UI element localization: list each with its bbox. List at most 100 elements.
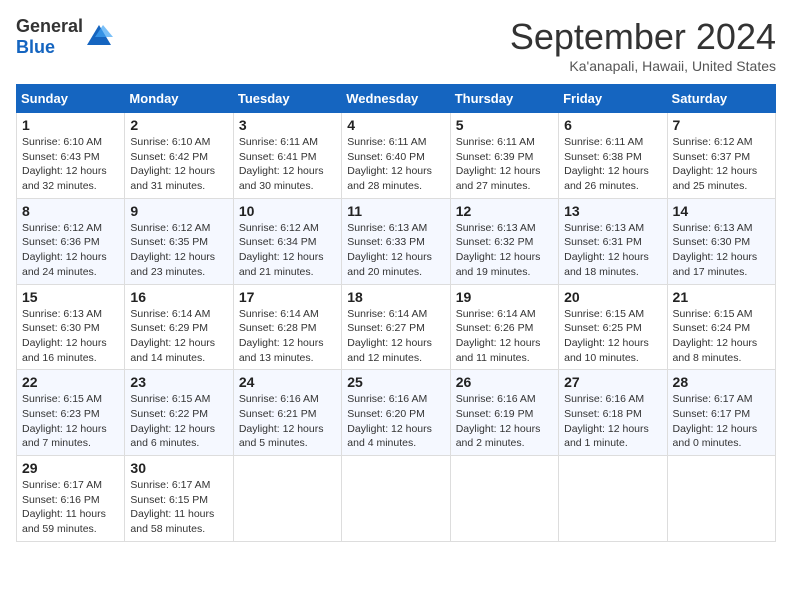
calendar-cell: 23Sunrise: 6:15 AM Sunset: 6:22 PM Dayli…: [125, 370, 233, 456]
day-info: Sunrise: 6:15 AM Sunset: 6:25 PM Dayligh…: [564, 307, 661, 366]
day-info: Sunrise: 6:12 AM Sunset: 6:36 PM Dayligh…: [22, 221, 119, 280]
day-number: 7: [673, 117, 770, 133]
calendar-cell: 22 Sunrise: 6:15 AM Sunset: 6:23 PM Dayli…: [17, 370, 125, 456]
logo-icon: [85, 23, 113, 51]
day-info: Sunrise: 6:13 AM Sunset: 6:30 PM Dayligh…: [673, 221, 770, 280]
calendar-week-row: 22 Sunrise: 6:15 AM Sunset: 6:23 PM Dayli…: [17, 370, 776, 456]
day-number: 9: [130, 203, 227, 219]
calendar-cell: 8Sunrise: 6:12 AM Sunset: 6:36 PM Daylig…: [17, 198, 125, 284]
day-number: 18: [347, 289, 444, 305]
day-number: 15: [22, 289, 119, 305]
day-number: 25: [347, 374, 444, 390]
calendar-cell: 20 Sunrise: 6:15 AM Sunset: 6:25 PM Dayli…: [559, 284, 667, 370]
calendar-cell: 26 Sunrise: 6:16 AM Sunset: 6:19 PM Dayli…: [450, 370, 558, 456]
day-number: 21: [673, 289, 770, 305]
day-info: Sunrise: 6:17 AM Sunset: 6:17 PM Dayligh…: [673, 392, 770, 451]
weekday-header-friday: Friday: [559, 85, 667, 113]
day-info: Sunrise: 6:13 AM Sunset: 6:30 PM Dayligh…: [22, 307, 119, 366]
day-info: Sunrise: 6:13 AM Sunset: 6:33 PM Dayligh…: [347, 221, 444, 280]
weekday-header-monday: Monday: [125, 85, 233, 113]
day-number: 11: [347, 203, 444, 219]
day-info: Sunrise: 6:11 AM Sunset: 6:40 PM Dayligh…: [347, 135, 444, 194]
calendar-cell: 15 Sunrise: 6:13 AM Sunset: 6:30 PM Dayli…: [17, 284, 125, 370]
day-number: 27: [564, 374, 661, 390]
weekday-header-tuesday: Tuesday: [233, 85, 341, 113]
day-info: Sunrise: 6:11 AM Sunset: 6:38 PM Dayligh…: [564, 135, 661, 194]
logo-general: General: [16, 16, 83, 36]
calendar-cell: 27 Sunrise: 6:16 AM Sunset: 6:18 PM Dayli…: [559, 370, 667, 456]
calendar-cell: 9 Sunrise: 6:12 AM Sunset: 6:35 PM Daylig…: [125, 198, 233, 284]
weekday-header-thursday: Thursday: [450, 85, 558, 113]
day-number: 1: [22, 117, 119, 133]
calendar-cell: 19Sunrise: 6:14 AM Sunset: 6:26 PM Dayli…: [450, 284, 558, 370]
day-info: Sunrise: 6:11 AM Sunset: 6:41 PM Dayligh…: [239, 135, 336, 194]
day-number: 16: [130, 289, 227, 305]
calendar-cell: 18 Sunrise: 6:14 AM Sunset: 6:27 PM Dayli…: [342, 284, 450, 370]
calendar-cell: 1 Sunrise: 6:10 AM Sunset: 6:43 PM Daylig…: [17, 113, 125, 199]
day-info: Sunrise: 6:16 AM Sunset: 6:21 PM Dayligh…: [239, 392, 336, 451]
calendar-cell: 16 Sunrise: 6:14 AM Sunset: 6:29 PM Dayli…: [125, 284, 233, 370]
calendar-cell: 10Sunrise: 6:12 AM Sunset: 6:34 PM Dayli…: [233, 198, 341, 284]
calendar-cell: 13Sunrise: 6:13 AM Sunset: 6:31 PM Dayli…: [559, 198, 667, 284]
day-info: Sunrise: 6:14 AM Sunset: 6:29 PM Dayligh…: [130, 307, 227, 366]
day-info: Sunrise: 6:16 AM Sunset: 6:18 PM Dayligh…: [564, 392, 661, 451]
day-info: Sunrise: 6:17 AM Sunset: 6:16 PM Dayligh…: [22, 478, 119, 537]
day-number: 26: [456, 374, 553, 390]
day-info: Sunrise: 6:16 AM Sunset: 6:19 PM Dayligh…: [456, 392, 553, 451]
day-info: Sunrise: 6:12 AM Sunset: 6:37 PM Dayligh…: [673, 135, 770, 194]
weekday-header-sunday: Sunday: [17, 85, 125, 113]
page-header: General Blue September 2024 Ka'anapali, …: [16, 16, 776, 74]
day-info: Sunrise: 6:15 AM Sunset: 6:23 PM Dayligh…: [22, 392, 119, 451]
calendar-cell: [233, 456, 341, 542]
day-number: 3: [239, 117, 336, 133]
day-info: Sunrise: 6:16 AM Sunset: 6:20 PM Dayligh…: [347, 392, 444, 451]
logo: General Blue: [16, 16, 113, 58]
weekday-header-row: SundayMondayTuesdayWednesdayThursdayFrid…: [17, 85, 776, 113]
calendar-cell: [559, 456, 667, 542]
calendar-cell: [450, 456, 558, 542]
day-number: 20: [564, 289, 661, 305]
title-block: September 2024 Ka'anapali, Hawaii, Unite…: [510, 16, 776, 74]
calendar-cell: 3 Sunrise: 6:11 AM Sunset: 6:41 PM Daylig…: [233, 113, 341, 199]
day-info: Sunrise: 6:10 AM Sunset: 6:43 PM Dayligh…: [22, 135, 119, 194]
day-info: Sunrise: 6:14 AM Sunset: 6:26 PM Dayligh…: [456, 307, 553, 366]
calendar-cell: 17Sunrise: 6:14 AM Sunset: 6:28 PM Dayli…: [233, 284, 341, 370]
day-info: Sunrise: 6:17 AM Sunset: 6:15 PM Dayligh…: [130, 478, 227, 537]
weekday-header-saturday: Saturday: [667, 85, 775, 113]
calendar-cell: 6 Sunrise: 6:11 AM Sunset: 6:38 PM Daylig…: [559, 113, 667, 199]
location-text: Ka'anapali, Hawaii, United States: [510, 58, 776, 74]
calendar-cell: 4 Sunrise: 6:11 AM Sunset: 6:40 PM Daylig…: [342, 113, 450, 199]
logo-blue: Blue: [16, 37, 55, 57]
day-number: 22: [22, 374, 119, 390]
calendar-cell: 12 Sunrise: 6:13 AM Sunset: 6:32 PM Dayli…: [450, 198, 558, 284]
day-info: Sunrise: 6:12 AM Sunset: 6:35 PM Dayligh…: [130, 221, 227, 280]
calendar-cell: [342, 456, 450, 542]
day-number: 29: [22, 460, 119, 476]
day-number: 14: [673, 203, 770, 219]
day-info: Sunrise: 6:11 AM Sunset: 6:39 PM Dayligh…: [456, 135, 553, 194]
calendar-week-row: 8Sunrise: 6:12 AM Sunset: 6:36 PM Daylig…: [17, 198, 776, 284]
day-info: Sunrise: 6:15 AM Sunset: 6:22 PM Dayligh…: [130, 392, 227, 451]
calendar-cell: 2Sunrise: 6:10 AM Sunset: 6:42 PM Daylig…: [125, 113, 233, 199]
calendar-cell: 30Sunrise: 6:17 AM Sunset: 6:15 PM Dayli…: [125, 456, 233, 542]
calendar-cell: [667, 456, 775, 542]
day-info: Sunrise: 6:14 AM Sunset: 6:27 PM Dayligh…: [347, 307, 444, 366]
calendar-cell: 14 Sunrise: 6:13 AM Sunset: 6:30 PM Dayli…: [667, 198, 775, 284]
calendar-cell: 11 Sunrise: 6:13 AM Sunset: 6:33 PM Dayli…: [342, 198, 450, 284]
day-info: Sunrise: 6:13 AM Sunset: 6:32 PM Dayligh…: [456, 221, 553, 280]
day-number: 6: [564, 117, 661, 133]
day-info: Sunrise: 6:10 AM Sunset: 6:42 PM Dayligh…: [130, 135, 227, 194]
day-number: 12: [456, 203, 553, 219]
day-number: 24: [239, 374, 336, 390]
day-number: 4: [347, 117, 444, 133]
calendar-week-row: 1 Sunrise: 6:10 AM Sunset: 6:43 PM Daylig…: [17, 113, 776, 199]
calendar-week-row: 15 Sunrise: 6:13 AM Sunset: 6:30 PM Dayli…: [17, 284, 776, 370]
calendar-cell: 25 Sunrise: 6:16 AM Sunset: 6:20 PM Dayli…: [342, 370, 450, 456]
day-info: Sunrise: 6:14 AM Sunset: 6:28 PM Dayligh…: [239, 307, 336, 366]
calendar-table: SundayMondayTuesdayWednesdayThursdayFrid…: [16, 84, 776, 542]
calendar-cell: 24 Sunrise: 6:16 AM Sunset: 6:21 PM Dayli…: [233, 370, 341, 456]
calendar-cell: 7 Sunrise: 6:12 AM Sunset: 6:37 PM Daylig…: [667, 113, 775, 199]
calendar-cell: 5Sunrise: 6:11 AM Sunset: 6:39 PM Daylig…: [450, 113, 558, 199]
day-info: Sunrise: 6:15 AM Sunset: 6:24 PM Dayligh…: [673, 307, 770, 366]
month-title: September 2024: [510, 16, 776, 58]
